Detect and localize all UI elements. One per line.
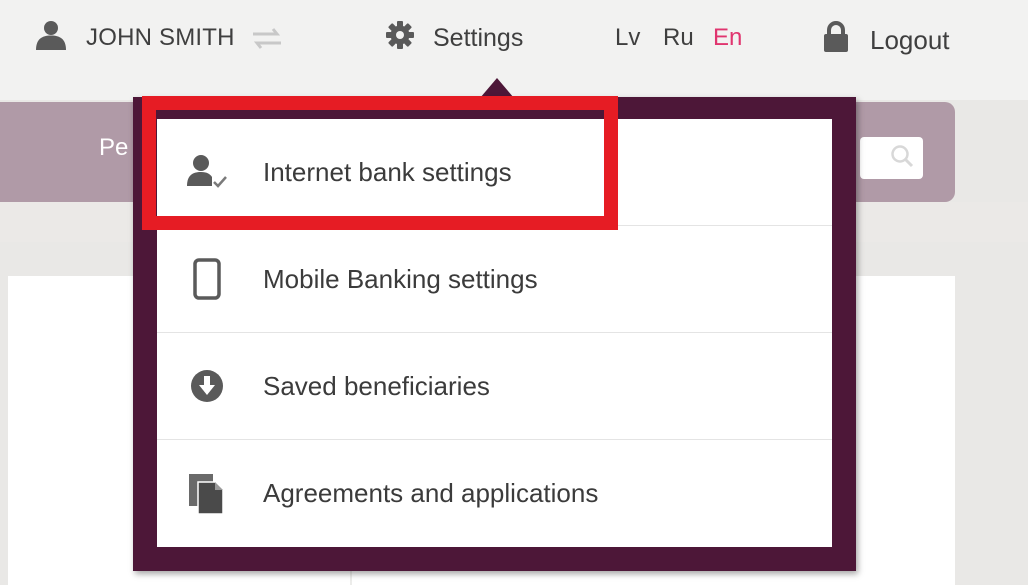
settings-label: Settings: [433, 23, 524, 52]
gear-icon: [385, 20, 415, 57]
menu-item-label: Mobile Banking settings: [263, 263, 538, 294]
menu-item-label: Saved beneficiaries: [263, 370, 490, 401]
menu-item-label: Internet bank settings: [263, 156, 512, 187]
switch-user-icon[interactable]: [247, 25, 287, 51]
user-menu[interactable]: JOHN SMITH: [34, 18, 287, 58]
menu-item-saved-beneficiaries[interactable]: Saved beneficiaries: [157, 333, 832, 440]
menu-item-agreements-and-applications[interactable]: Agreements and applications: [157, 440, 832, 547]
lock-icon: [822, 20, 850, 60]
mobile-phone-icon: [185, 255, 229, 303]
language-lv[interactable]: Lv: [615, 18, 640, 58]
top-bar: JOHN SMITH Settings Lv Ru En Logout: [0, 0, 1028, 100]
nav-item-partial[interactable]: Pe: [99, 134, 128, 162]
download-circle-icon: [185, 362, 229, 410]
search-button[interactable]: [860, 137, 923, 179]
menu-item-mobile-banking-settings[interactable]: Mobile Banking settings: [157, 226, 832, 333]
settings-dropdown-list: Internet bank settings Mobile Banking se…: [157, 119, 832, 547]
user-icon: [34, 20, 68, 57]
menu-item-label: Agreements and applications: [263, 478, 599, 508]
settings-menu[interactable]: Settings: [385, 18, 523, 58]
documents-icon: [185, 470, 229, 518]
language-en[interactable]: En: [713, 18, 742, 58]
language-ru[interactable]: Ru: [663, 18, 694, 58]
dropdown-caret: [480, 78, 514, 98]
logout-label: Logout: [870, 24, 950, 55]
menu-item-internet-bank-settings[interactable]: Internet bank settings: [157, 119, 832, 226]
settings-dropdown: Internet bank settings Mobile Banking se…: [133, 97, 856, 571]
logout-button[interactable]: Logout: [822, 20, 950, 60]
user-check-icon: [185, 148, 229, 196]
search-icon: [889, 143, 915, 174]
user-name: JOHN SMITH: [86, 24, 235, 51]
